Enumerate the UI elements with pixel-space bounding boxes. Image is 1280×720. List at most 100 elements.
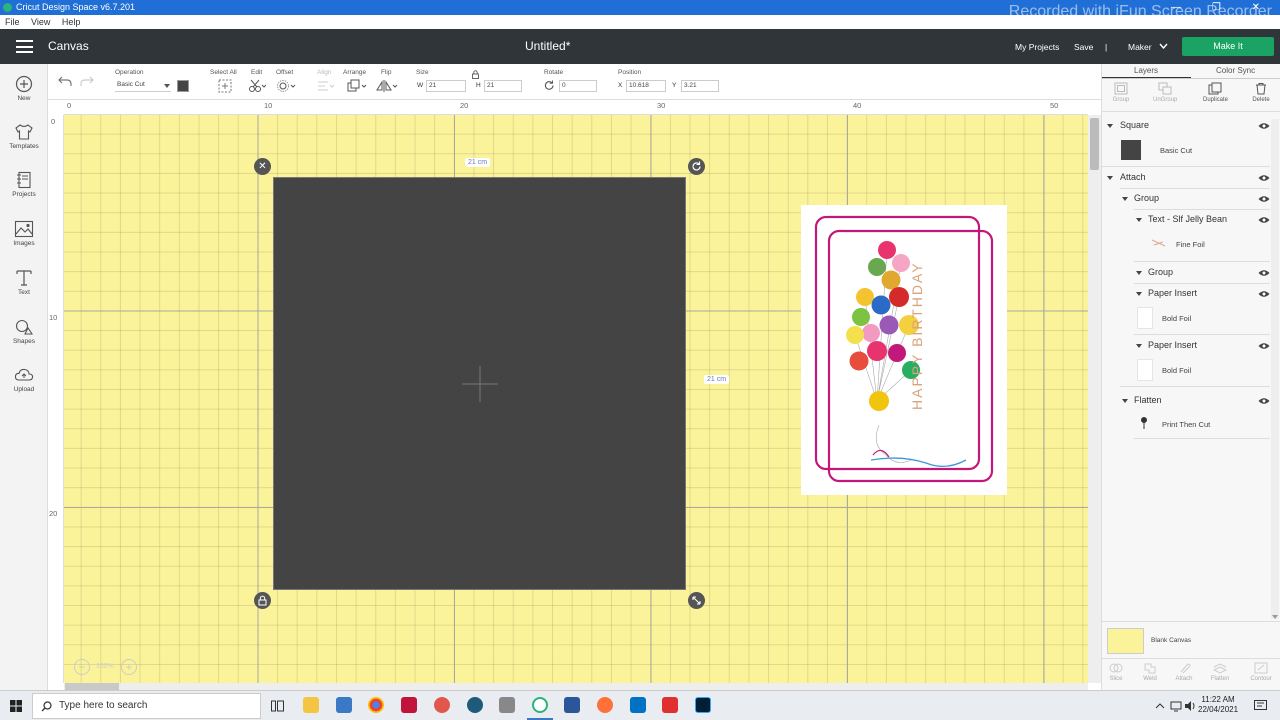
tab-layers[interactable]: Layers bbox=[1134, 66, 1158, 75]
eye-icon[interactable] bbox=[1258, 269, 1270, 277]
caret-down-icon bbox=[1136, 271, 1142, 275]
ruler-tick: 0 bbox=[67, 101, 72, 110]
my-projects-link[interactable]: My Projects bbox=[1015, 42, 1059, 52]
eye-icon[interactable] bbox=[1258, 195, 1270, 203]
redo-icon[interactable] bbox=[80, 75, 94, 87]
network-icon[interactable] bbox=[1170, 700, 1182, 712]
rotate-handle-icon[interactable] bbox=[688, 158, 705, 175]
group-action[interactable]: Group bbox=[1109, 82, 1133, 103]
weld-action[interactable]: Weld bbox=[1138, 662, 1162, 682]
height-input[interactable]: 21 bbox=[484, 80, 522, 92]
horizontal-scrollbar[interactable] bbox=[64, 683, 1088, 690]
x-position-input[interactable]: 10.618 bbox=[626, 80, 666, 92]
eye-icon[interactable] bbox=[1258, 290, 1270, 298]
birthday-card-image[interactable]: HAPPY BIRTHDAY bbox=[801, 205, 1007, 495]
sidebar-item-shapes[interactable]: Shapes bbox=[0, 318, 48, 345]
attach-action[interactable]: Attach bbox=[1172, 662, 1196, 682]
width-label: W bbox=[417, 82, 424, 89]
sidebar-item-templates[interactable]: Templates bbox=[0, 123, 48, 150]
photoshop-icon[interactable] bbox=[695, 697, 711, 713]
resize-handle-icon[interactable] bbox=[688, 592, 705, 609]
acrobat-icon[interactable] bbox=[662, 697, 678, 713]
operation-select[interactable]: Basic Cut bbox=[115, 80, 171, 92]
undo-icon[interactable] bbox=[58, 75, 72, 87]
slice-action[interactable]: Slice bbox=[1104, 662, 1128, 682]
sidebar-item-images[interactable]: Images bbox=[0, 220, 48, 247]
sidebar-item-projects[interactable]: Projects bbox=[0, 171, 48, 198]
caret-down-icon bbox=[1136, 218, 1142, 222]
rotate-input[interactable]: 0 bbox=[559, 80, 597, 92]
lock-handle-icon[interactable] bbox=[254, 592, 271, 609]
flip-icon[interactable] bbox=[376, 79, 398, 93]
app-icon[interactable] bbox=[401, 697, 417, 713]
chevron-down-icon[interactable] bbox=[1159, 43, 1168, 49]
ruler-tick: 10 bbox=[49, 313, 58, 322]
layers-scrollbar[interactable] bbox=[1271, 119, 1279, 619]
vertical-scrollbar[interactable] bbox=[1088, 115, 1101, 683]
app-icon[interactable] bbox=[434, 697, 450, 713]
square-shape[interactable] bbox=[273, 177, 686, 590]
layer-divider bbox=[1134, 438, 1270, 439]
ungroup-action[interactable]: UnGroup bbox=[1153, 82, 1177, 103]
offset-icon[interactable] bbox=[277, 79, 297, 93]
app-icon[interactable] bbox=[467, 697, 483, 713]
delete-action[interactable]: Delete bbox=[1249, 82, 1273, 103]
volume-icon[interactable] bbox=[1184, 700, 1196, 712]
zoom-out-icon[interactable]: − bbox=[74, 659, 90, 675]
select-all-icon[interactable] bbox=[218, 79, 232, 93]
lock-icon[interactable] bbox=[472, 70, 479, 79]
task-view-icon[interactable] bbox=[271, 700, 284, 712]
tab-divider bbox=[1102, 78, 1280, 79]
weld-label: Weld bbox=[1143, 676, 1157, 682]
contour-action[interactable]: Contour bbox=[1249, 662, 1273, 682]
sidebar-item-upload[interactable]: Upload bbox=[0, 366, 48, 393]
save-link[interactable]: Save bbox=[1074, 42, 1093, 52]
make-it-button[interactable]: Make It bbox=[1182, 37, 1274, 56]
duplicate-action[interactable]: Duplicate bbox=[1203, 82, 1228, 103]
outlook-icon[interactable] bbox=[630, 697, 646, 713]
hamburger-menu-icon[interactable] bbox=[16, 40, 33, 53]
scissors-icon[interactable] bbox=[248, 79, 266, 93]
cricut-icon[interactable] bbox=[532, 697, 548, 713]
sidebar-item-new[interactable]: New bbox=[0, 75, 48, 102]
layers-panel: Layers Color Sync Group UnGroup Duplicat… bbox=[1101, 64, 1280, 690]
eye-icon[interactable] bbox=[1258, 397, 1270, 405]
window-controls[interactable]: — ❐ ✕ bbox=[1171, 0, 1274, 15]
menu-help[interactable]: Help bbox=[62, 17, 81, 27]
windows-start-icon[interactable] bbox=[10, 700, 22, 712]
menu-view[interactable]: View bbox=[31, 17, 50, 27]
arrange-icon[interactable] bbox=[346, 79, 368, 93]
machine-selector[interactable]: Maker bbox=[1128, 42, 1152, 52]
app-icon[interactable] bbox=[499, 697, 515, 713]
notifications-icon[interactable] bbox=[1254, 700, 1267, 712]
position-label: Position bbox=[618, 69, 642, 76]
operation-color-swatch[interactable] bbox=[177, 80, 189, 92]
flatten-action[interactable]: Flatten bbox=[1208, 662, 1232, 682]
sidebar-item-text[interactable]: Text bbox=[0, 269, 48, 296]
file-explorer-icon[interactable] bbox=[303, 697, 319, 713]
eye-icon[interactable] bbox=[1258, 122, 1270, 130]
align-icon[interactable] bbox=[316, 79, 336, 93]
paperclip-icon bbox=[1180, 663, 1191, 674]
eye-icon[interactable] bbox=[1258, 342, 1270, 350]
arrange-label: Arrange bbox=[343, 69, 367, 76]
scroll-down-icon[interactable] bbox=[1272, 615, 1278, 619]
zoom-in-icon[interactable]: + bbox=[121, 659, 137, 675]
chevron-up-icon[interactable] bbox=[1155, 701, 1165, 711]
taskbar-search-input[interactable]: Type here to search bbox=[32, 693, 261, 719]
app-icon[interactable] bbox=[336, 697, 352, 713]
taskbar-clock[interactable]: 11:22 AM 22/04/2021 bbox=[1198, 695, 1238, 715]
tab-color-sync[interactable]: Color Sync bbox=[1216, 66, 1255, 75]
delete-handle-icon[interactable]: ✕ bbox=[254, 158, 271, 175]
y-position-input[interactable]: 3.21 bbox=[681, 80, 719, 92]
width-input[interactable]: 21 bbox=[426, 80, 466, 92]
word-icon[interactable] bbox=[564, 697, 580, 713]
blank-canvas-swatch[interactable] bbox=[1107, 628, 1144, 654]
layer-name: Group bbox=[1148, 267, 1174, 277]
eye-icon[interactable] bbox=[1258, 174, 1270, 182]
chrome-icon[interactable] bbox=[368, 697, 384, 713]
eye-icon[interactable] bbox=[1258, 216, 1270, 224]
ruler-tick: 40 bbox=[853, 101, 862, 110]
menu-file[interactable]: File bbox=[5, 17, 20, 27]
firefox-icon[interactable] bbox=[597, 697, 613, 713]
